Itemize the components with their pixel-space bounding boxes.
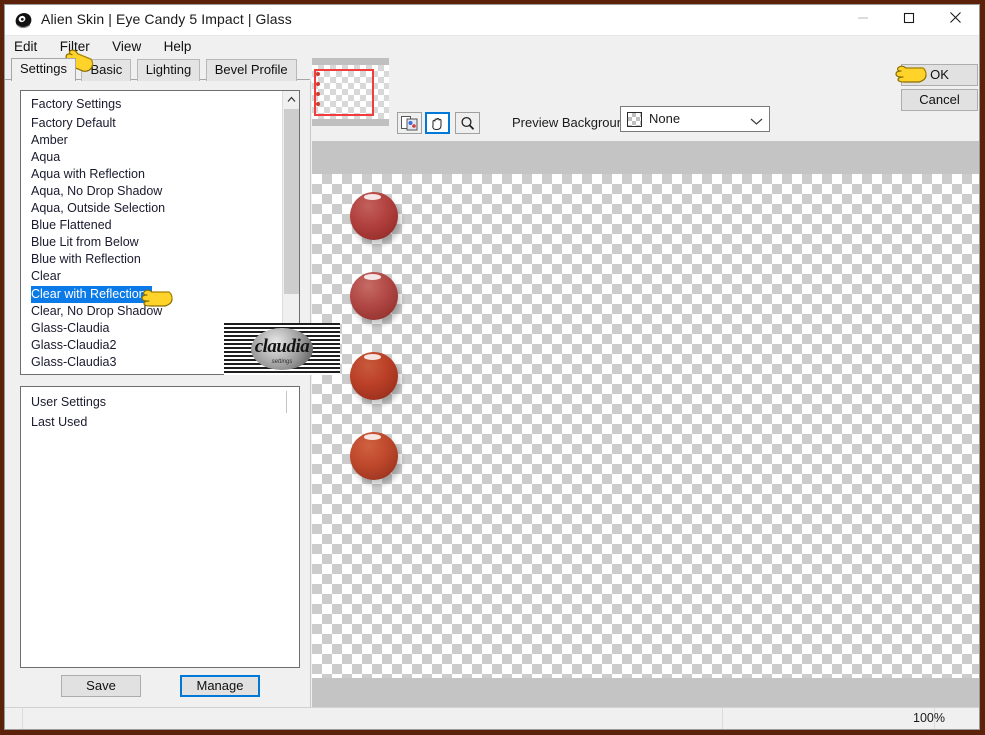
zoom-magnifier-icon[interactable]: [455, 112, 480, 134]
glass-sphere: [350, 192, 398, 240]
hand-pan-icon[interactable]: [425, 112, 450, 134]
title-bar: Alien Skin | Eye Candy 5 Impact | Glass: [5, 5, 979, 36]
status-cell: [23, 708, 723, 729]
navigator-thumbnail[interactable]: [312, 58, 389, 126]
list-group-header: Factory Settings: [31, 97, 122, 111]
navigator-viewport-rect[interactable]: [314, 69, 374, 116]
list-item[interactable]: Blue Lit from Below: [21, 234, 283, 251]
manage-button[interactable]: Manage: [180, 675, 260, 697]
menu-item-help[interactable]: Help: [164, 36, 201, 58]
watermark-text: claudia: [254, 336, 310, 357]
list-item[interactable]: Aqua: [21, 149, 283, 166]
list-item-selected[interactable]: Clear with Reflection: [31, 286, 152, 303]
application-window: Alien Skin | Eye Candy 5 Impact | Glass …: [4, 4, 980, 730]
navigator-dot: [316, 102, 320, 106]
user-list-scrollbar: [286, 391, 287, 413]
preview-canvas[interactable]: [312, 141, 979, 711]
list-item[interactable]: Blue with Reflection: [21, 251, 283, 268]
tab-settings[interactable]: Settings: [11, 58, 76, 81]
claudia-watermark: claudia settings: [224, 323, 340, 375]
status-cell: [723, 708, 935, 729]
tab-lighting[interactable]: Lighting: [136, 59, 201, 81]
save-button[interactable]: Save: [61, 675, 141, 697]
glass-sphere: [350, 432, 398, 480]
preview-background-select[interactable]: None: [620, 106, 770, 132]
scroll-up-icon[interactable]: [283, 91, 299, 108]
status-bar: 100%: [5, 707, 979, 729]
maximize-button[interactable]: [886, 5, 932, 35]
scrollbar-thumb[interactable]: [284, 109, 299, 294]
list-item[interactable]: Aqua, No Drop Shadow: [21, 183, 283, 200]
checkerboard-swatch-icon: [627, 112, 642, 127]
list-item[interactable]: Last Used: [21, 412, 299, 432]
menu-item-view[interactable]: View: [112, 36, 150, 58]
preview-background-label: Preview Background:: [512, 115, 635, 130]
list-item[interactable]: Aqua, Outside Selection: [21, 200, 283, 217]
minimize-button[interactable]: [840, 5, 886, 35]
settings-panel: Factory Settings Factory Default Amber A…: [5, 81, 311, 711]
zoom-level-label: 100%: [913, 711, 945, 725]
menu-item-edit[interactable]: Edit: [14, 36, 46, 58]
tab-bevel-profile[interactable]: Bevel Profile: [205, 59, 297, 81]
pointer-hand-cursor: [135, 283, 175, 311]
close-button[interactable]: [932, 5, 978, 35]
eye-icon: [14, 11, 33, 30]
cancel-button[interactable]: Cancel: [901, 89, 978, 111]
close-icon: [949, 11, 962, 29]
list-item[interactable]: Blue Flattened: [21, 217, 283, 234]
list-item[interactable]: Factory Default: [21, 115, 283, 132]
glass-sphere: [350, 272, 398, 320]
menu-bar: Edit Filter View Help: [5, 36, 979, 58]
list-item[interactable]: Aqua with Reflection: [21, 166, 283, 183]
navigator-dot: [316, 92, 320, 96]
list-group-header: User Settings: [31, 395, 107, 409]
chevron-down-icon[interactable]: [750, 113, 763, 131]
preview-panel: Preview Background: None OK Cancel: [312, 58, 979, 711]
pointer-hand-cursor: [889, 59, 929, 87]
status-cell: [5, 708, 23, 729]
window-title: Alien Skin | Eye Candy 5 Impact | Glass: [41, 11, 292, 27]
window-frame: Alien Skin | Eye Candy 5 Impact | Glass …: [0, 0, 985, 735]
glass-sphere: [350, 352, 398, 400]
navigator-dot: [316, 72, 320, 76]
tab-strip: Settings Basic Lighting Bevel Profile: [5, 58, 310, 81]
list-item[interactable]: Amber: [21, 132, 283, 149]
minimize-icon: [857, 11, 869, 29]
navigator-dot: [316, 82, 320, 86]
maximize-icon: [903, 11, 915, 29]
user-settings-list[interactable]: User Settings Last Used: [20, 386, 300, 668]
preview-background-value: None: [649, 111, 681, 126]
watermark-subtext: settings: [271, 359, 293, 365]
compare-preview-icon[interactable]: [397, 112, 422, 134]
transparency-checkerboard: [312, 174, 979, 678]
